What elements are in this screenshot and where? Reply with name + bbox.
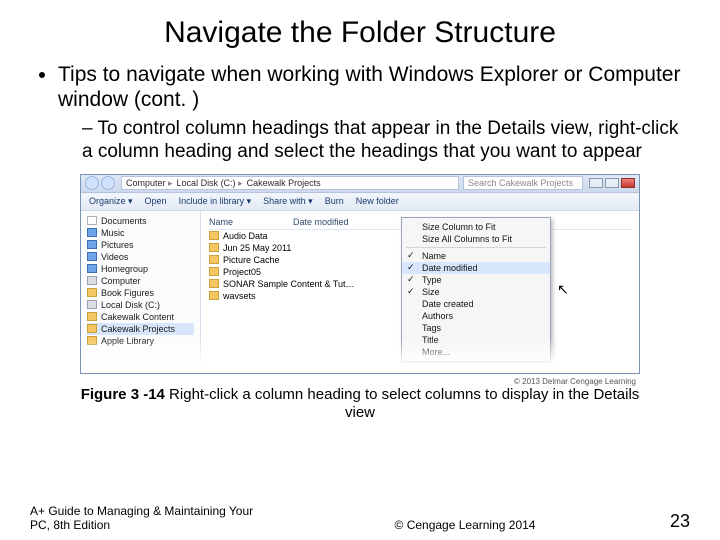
sidebar-item-9[interactable]: Cakewalk Projects — [87, 323, 194, 335]
sidebar-item-label: Local Disk (C:) — [101, 300, 160, 310]
bullet-main: Tips to navigate when working with Windo… — [58, 62, 690, 164]
folder-icon — [87, 216, 97, 225]
menu-item-col-5[interactable]: Authors — [402, 310, 550, 322]
figure-caption: Figure 3 -14 Right-click a column headin… — [70, 386, 650, 422]
toolbar-open[interactable]: Open — [145, 196, 167, 206]
crumb-1[interactable]: Local Disk (C:) — [177, 178, 243, 189]
folder-icon — [87, 276, 97, 285]
menu-item-col-0[interactable]: Name — [402, 250, 550, 262]
sidebar-item-label: Documents — [101, 216, 147, 226]
sidebar-item-label: Cakewalk Projects — [101, 324, 175, 334]
sidebar-item-7[interactable]: Local Disk (C:) — [87, 299, 194, 311]
explorer-titlebar: Computer Local Disk (C:) Cakewalk Projec… — [81, 175, 639, 193]
toolbar-newfolder[interactable]: New folder — [356, 196, 399, 206]
forward-button[interactable] — [101, 176, 115, 190]
folder-icon — [209, 267, 219, 276]
menu-item-col-2[interactable]: Type — [402, 274, 550, 286]
file-name: SONAR Sample Content & Tut… — [223, 279, 355, 289]
sidebar-item-label: Homegroup — [101, 264, 148, 274]
bullet-list: Tips to navigate when working with Windo… — [36, 62, 690, 164]
folder-icon — [87, 252, 97, 261]
sidebar-item-6[interactable]: Book Figures — [87, 287, 194, 299]
menu-item-size-0[interactable]: Size Column to Fit — [402, 221, 550, 233]
sidebar-item-label: Music — [101, 228, 125, 238]
toolbar-share[interactable]: Share with ▾ — [263, 196, 313, 207]
file-name: Project05 — [223, 267, 261, 277]
toolbar-organize[interactable]: Organize ▾ — [89, 196, 133, 207]
sidebar-item-label: Pictures — [101, 240, 134, 250]
toolbar-burn[interactable]: Burn — [325, 196, 344, 206]
explorer-toolbar: Organize ▾ Open Include in library ▾ Sha… — [81, 193, 639, 211]
sidebar-item-8[interactable]: Cakewalk Content — [87, 311, 194, 323]
footer-book: A+ Guide to Managing & Maintaining Your … — [30, 504, 270, 532]
folder-icon — [209, 243, 219, 252]
menu-separator — [406, 247, 546, 248]
menu-item-size-1[interactable]: Size All Columns to Fit — [402, 233, 550, 245]
folder-icon — [87, 228, 97, 237]
sidebar-item-2[interactable]: Pictures — [87, 239, 194, 251]
sidebar-item-label: Computer — [101, 276, 141, 286]
sidebar-item-0[interactable]: Documents — [87, 215, 194, 227]
window-controls — [589, 178, 635, 188]
bullet-main-text: Tips to navigate when working with Windo… — [58, 63, 680, 111]
sidebar-item-5[interactable]: Computer — [87, 275, 194, 287]
search-input[interactable]: Search Cakewalk Projects — [463, 176, 583, 190]
col-name[interactable]: Name — [209, 217, 233, 227]
col-date[interactable]: Date modified — [293, 217, 349, 227]
maximize-button[interactable] — [605, 178, 619, 188]
folder-icon — [209, 255, 219, 264]
menu-item-col-1[interactable]: Date modified — [402, 262, 550, 274]
folder-icon — [87, 288, 97, 297]
folder-icon — [209, 279, 219, 288]
figure-caption-text: Right-click a column heading to select c… — [165, 386, 639, 421]
breadcrumb[interactable]: Computer Local Disk (C:) Cakewalk Projec… — [121, 176, 459, 190]
folder-icon — [87, 324, 97, 333]
bullet-sub: To control column headings that appear i… — [82, 118, 690, 164]
sidebar-item-3[interactable]: Videos — [87, 251, 194, 263]
folder-icon — [209, 231, 219, 240]
file-name: Audio Data — [223, 231, 268, 241]
slide-footer: A+ Guide to Managing & Maintaining Your … — [30, 504, 690, 532]
figure-number: Figure 3 -14 — [81, 386, 165, 403]
minimize-button[interactable] — [589, 178, 603, 188]
screenshot-credit: © 2013 Delmar Cengage Learning — [514, 377, 636, 386]
figure: Computer Local Disk (C:) Cakewalk Projec… — [80, 174, 640, 374]
menu-item-col-3[interactable]: Size — [402, 286, 550, 298]
sidebar-item-label: Book Figures — [101, 288, 154, 298]
crumb-2[interactable]: Cakewalk Projects — [247, 178, 321, 188]
sidebar-item-1[interactable]: Music — [87, 227, 194, 239]
crumb-0[interactable]: Computer — [126, 178, 173, 189]
folder-icon — [87, 312, 97, 321]
menu-item-col-6[interactable]: Tags — [402, 322, 550, 334]
page-number: 23 — [660, 511, 690, 532]
folder-icon — [87, 264, 97, 273]
file-name: wavsets — [223, 291, 256, 301]
file-name: Picture Cache — [223, 255, 280, 265]
explorer-window: Computer Local Disk (C:) Cakewalk Projec… — [80, 174, 640, 374]
folder-icon — [209, 291, 219, 300]
folder-icon — [87, 300, 97, 309]
sidebar-item-4[interactable]: Homegroup — [87, 263, 194, 275]
footer-copyright: © Cengage Learning 2014 — [270, 518, 660, 532]
back-button[interactable] — [85, 176, 99, 190]
fade-overlay — [81, 339, 639, 373]
folder-icon — [87, 240, 97, 249]
close-button[interactable] — [621, 178, 635, 188]
sidebar-item-label: Videos — [101, 252, 128, 262]
file-name: Jun 25 May 2011 — [223, 243, 291, 253]
slide-title: Navigate the Folder Structure — [30, 16, 690, 50]
toolbar-include[interactable]: Include in library ▾ — [179, 196, 252, 207]
menu-item-col-4[interactable]: Date created — [402, 298, 550, 310]
sidebar-item-label: Cakewalk Content — [101, 312, 174, 322]
